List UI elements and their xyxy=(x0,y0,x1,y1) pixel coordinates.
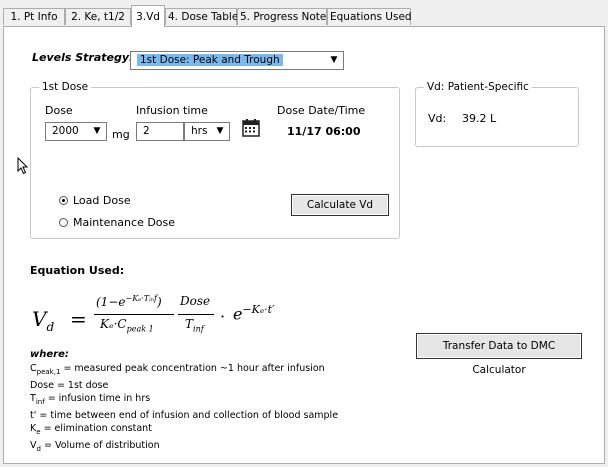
equation-den1: Kₑ·C xyxy=(100,317,127,331)
tab-dose-table[interactable]: 4. Dose Table xyxy=(165,8,239,25)
infusion-unit-select[interactable]: hrs ▼ xyxy=(184,122,230,141)
where-line: t' = time between end of infusion and co… xyxy=(30,409,338,422)
vd-value: 39.2 L xyxy=(462,112,497,125)
levels-strategy-value: 1st Dose: Peak and Trough xyxy=(137,54,283,66)
fraction-bar-2 xyxy=(178,314,214,315)
chevron-down-icon[interactable]: ▼ xyxy=(90,125,104,138)
equation-den2: T xyxy=(185,317,194,331)
calculate-vd-button[interactable]: Calculate Vd xyxy=(291,194,389,216)
equation-lhs-symbol: V xyxy=(32,307,47,331)
infusion-time-value: 2 xyxy=(143,125,150,137)
where-symbol: Dose xyxy=(30,379,54,391)
equation-lhs: Vd xyxy=(32,307,54,334)
where-text: = time between end of infusion and colle… xyxy=(36,409,339,421)
maintenance-dose-label: Maintenance Dose xyxy=(73,216,176,229)
equation-fraction-2-denominator: Tinf xyxy=(185,317,204,333)
where-line: Ke = elimination constant xyxy=(30,422,338,439)
transfer-data-button[interactable]: Transfer Data to DMC Calculator xyxy=(416,333,582,376)
levels-strategy-label: Levels Strategy: xyxy=(32,51,134,64)
dose-value: 2000 xyxy=(52,125,79,137)
dose-datetime-value: 11/17 06:00 xyxy=(287,125,361,138)
tab-label: Equations Used xyxy=(330,11,412,23)
tab-label: 1. Pt Info xyxy=(10,11,58,23)
where-text: = Volume of distribution xyxy=(40,439,160,451)
tab-progress-note[interactable]: 5. Progress Note xyxy=(237,8,327,25)
where-title: where: xyxy=(30,349,69,360)
tab-ke-t12[interactable]: 2. Ke, t1/2 xyxy=(65,8,131,25)
vd-label: Vd: xyxy=(428,112,447,125)
where-text: = measured peak concentration ~1 hour af… xyxy=(60,363,325,374)
equation-fraction-1-numerator: (1−e−Kₑ·Tᵢₙf) xyxy=(96,294,162,309)
equation-den2-sub: inf xyxy=(193,324,204,334)
tab-label: 4. Dose Table xyxy=(168,11,239,23)
equation-lhs-sub: d xyxy=(46,320,55,334)
load-dose-radio[interactable] xyxy=(59,196,68,205)
equation-num1: (1−e xyxy=(96,295,126,309)
tab-equations-used[interactable]: Equations Used xyxy=(327,8,412,25)
where-sub: peak,1 xyxy=(36,367,61,376)
tab-label: 3.Vd xyxy=(136,11,160,23)
calendar-icon[interactable] xyxy=(241,118,261,138)
where-text: = elimination constant xyxy=(40,422,152,434)
dose-unit: mg xyxy=(112,128,130,141)
equation-heading: Equation Used: xyxy=(30,264,125,277)
vd-panel: Levels Strategy: 1st Dose: Peak and Trou… xyxy=(3,26,605,464)
equation-exp-sup: −Kₑ·t′ xyxy=(242,303,275,316)
equation-equals: = xyxy=(70,307,87,331)
equation-num1-end: ) xyxy=(156,295,162,309)
first-dose-legend: 1st Dose xyxy=(39,81,92,93)
tab-label: 5. Progress Note xyxy=(240,11,327,23)
chevron-down-icon[interactable]: ▼ xyxy=(213,125,227,138)
vd-legend: Vd: Patient-Specific xyxy=(424,81,532,93)
equation-num1-sup: −Kₑ·Tᵢₙf xyxy=(125,294,157,303)
infusion-time-input[interactable]: 2 xyxy=(136,122,184,141)
where-line: Vd = Volume of distribution xyxy=(30,439,338,456)
mouse-pointer-icon xyxy=(17,157,29,175)
where-line: Tinf = infusion time in hrs xyxy=(30,392,338,409)
first-dose-group: 1st Dose Dose 2000 ▼ mg Infusion time 2 … xyxy=(30,81,400,239)
load-dose-label: Load Dose xyxy=(73,194,131,207)
where-symbol: C xyxy=(30,363,37,374)
where-list: Cpeak,1 = measured peak concentration ~1… xyxy=(30,362,338,456)
dose-label: Dose xyxy=(45,104,73,117)
where-line: Cpeak,1 = measured peak concentration ~1… xyxy=(30,362,338,379)
dose-datetime-label: Dose Date/Time xyxy=(277,104,366,117)
vd-equation: Vd = (1−e−Kₑ·Tᵢₙf) Kₑ·Cpeak 1 Dose Tinf … xyxy=(30,289,330,349)
where-sub: inf xyxy=(35,397,45,406)
equation-den1-sub: peak 1 xyxy=(126,324,154,334)
where-text: = 1st dose xyxy=(53,379,109,391)
maintenance-dose-radio[interactable] xyxy=(59,218,68,227)
chevron-down-icon[interactable]: ▼ xyxy=(327,54,341,67)
tab-bar: 1. Pt Info 2. Ke, t1/2 3.Vd 4. Dose Tabl… xyxy=(0,0,608,27)
levels-strategy-select[interactable]: 1st Dose: Peak and Trough ▼ xyxy=(130,51,344,70)
equation-exponential: e−Kₑ·t′ xyxy=(233,303,275,323)
infusion-unit-value: hrs xyxy=(191,125,208,137)
infusion-time-label: Infusion time xyxy=(136,104,208,117)
equation-fraction-1-denominator: Kₑ·Cpeak 1 xyxy=(100,317,154,333)
equation-fraction-2-numerator: Dose xyxy=(180,294,211,308)
fraction-bar-1 xyxy=(94,314,174,315)
tab-vd[interactable]: 3.Vd xyxy=(131,5,165,27)
tab-label: 2. Ke, t1/2 xyxy=(71,11,125,23)
tab-pt-info[interactable]: 1. Pt Info xyxy=(3,8,65,25)
equation-mult: · xyxy=(220,307,226,326)
where-line: Dose = 1st dose xyxy=(30,379,338,392)
dose-select[interactable]: 2000 ▼ xyxy=(45,122,107,141)
vd-patient-specific-group: Vd: Patient-Specific Vd: 39.2 L xyxy=(415,81,579,147)
where-text: = infusion time in hrs xyxy=(44,392,151,404)
